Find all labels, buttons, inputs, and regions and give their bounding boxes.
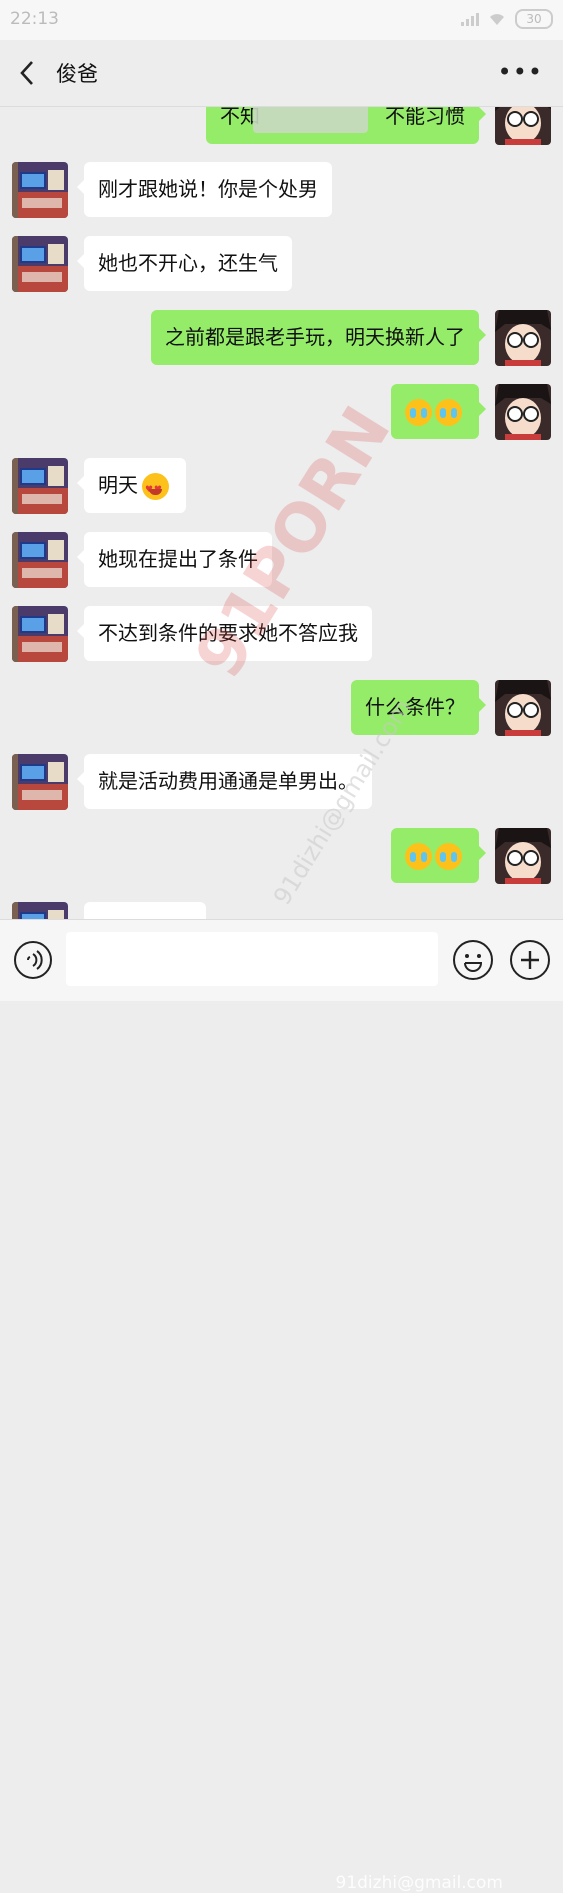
message-input[interactable] bbox=[66, 932, 438, 986]
message-row bbox=[0, 902, 563, 919]
chat-title: 俊爸 bbox=[56, 62, 98, 86]
message-row: 不知 不能习惯 bbox=[0, 107, 563, 145]
message-bubble[interactable]: 什么条件？ bbox=[351, 680, 486, 735]
message-bubble[interactable]: 她也不开心，还生气 bbox=[77, 236, 292, 291]
message-text: 她现在提出了条件 bbox=[98, 547, 258, 571]
contact-avatar[interactable] bbox=[12, 236, 68, 292]
message-text: 之前都是跟老手玩，明天换新人了 bbox=[165, 325, 465, 349]
censor-blur bbox=[253, 107, 368, 133]
cry-emoji-icon bbox=[405, 843, 432, 870]
voice-icon[interactable] bbox=[14, 941, 52, 979]
message-bubble[interactable]: 她现在提出了条件 bbox=[77, 532, 272, 587]
heart-eyes-emoji-icon bbox=[142, 473, 169, 505]
message-bubble[interactable] bbox=[391, 384, 486, 439]
message-row bbox=[0, 384, 563, 440]
message-bubble[interactable]: 明天 bbox=[77, 458, 186, 513]
message-row: 她现在提出了条件 bbox=[0, 532, 563, 588]
message-row: 什么条件？ bbox=[0, 680, 563, 736]
chevron-left-icon[interactable] bbox=[14, 56, 44, 90]
contact-avatar[interactable] bbox=[12, 162, 68, 218]
input-bar: 91dizhi@gmail.com bbox=[0, 919, 563, 1893]
contact-avatar[interactable] bbox=[12, 902, 68, 919]
signal-icon bbox=[461, 12, 479, 26]
cry-emoji-icon bbox=[435, 399, 462, 426]
watermark-footer: 91dizhi@gmail.com bbox=[335, 1873, 504, 1893]
message-text-end: 不能习惯 bbox=[385, 107, 465, 128]
battery-icon: 30 bbox=[515, 9, 553, 29]
contact-avatar[interactable] bbox=[12, 532, 68, 588]
message-bubble[interactable] bbox=[391, 828, 486, 883]
cry-emoji-icon bbox=[435, 843, 462, 870]
contact-avatar[interactable] bbox=[12, 606, 68, 662]
status-time: 22:13 bbox=[10, 9, 59, 29]
message-row: 刚才跟她说！你是个处男 bbox=[0, 162, 563, 218]
chat-header: 俊爸 ••• bbox=[0, 40, 563, 107]
message-text: 什么条件？ bbox=[365, 695, 465, 719]
message-row: 就是活动费用通通是单男出。 bbox=[0, 754, 563, 810]
message-row: 明天 bbox=[0, 458, 563, 514]
message-text: 就是活动费用通通是单男出。 bbox=[98, 769, 358, 793]
message-bubble[interactable]: 就是活动费用通通是单男出。 bbox=[77, 754, 372, 809]
message-row: 她也不开心，还生气 bbox=[0, 236, 563, 292]
contact-avatar[interactable] bbox=[12, 458, 68, 514]
my-avatar[interactable] bbox=[495, 107, 551, 145]
message-bubble[interactable]: 不达到条件的要求她不答应我 bbox=[77, 606, 372, 661]
my-avatar[interactable] bbox=[495, 680, 551, 736]
message-bubble[interactable] bbox=[84, 902, 206, 919]
message-text: 刚才跟她说！你是个处男 bbox=[98, 177, 318, 201]
status-icons: 30 bbox=[461, 9, 553, 29]
message-text: 明天 bbox=[98, 473, 138, 497]
cry-emoji-icon bbox=[405, 399, 432, 426]
message-text: 她也不开心，还生气 bbox=[98, 251, 278, 275]
message-row bbox=[0, 828, 563, 884]
more-icon[interactable]: ••• bbox=[498, 58, 543, 86]
contact-avatar[interactable] bbox=[12, 754, 68, 810]
my-avatar[interactable] bbox=[495, 828, 551, 884]
message-bubble[interactable]: 刚才跟她说！你是个处男 bbox=[77, 162, 332, 217]
my-avatar[interactable] bbox=[495, 384, 551, 440]
message-row: 之前都是跟老手玩，明天换新人了 bbox=[0, 310, 563, 366]
message-list[interactable]: 不知 不能习惯 刚才跟她说！你是个处男 她也不开心，还生气 之前都是跟老手玩，明天… bbox=[0, 107, 563, 919]
status-bar: 22:13 30 bbox=[0, 0, 563, 40]
wifi-icon bbox=[490, 14, 504, 25]
message-text: 不达到条件的要求她不答应我 bbox=[98, 621, 358, 645]
plus-icon[interactable] bbox=[510, 940, 550, 980]
message-row: 不达到条件的要求她不答应我 bbox=[0, 606, 563, 662]
my-avatar[interactable] bbox=[495, 310, 551, 366]
message-bubble[interactable]: 之前都是跟老手玩，明天换新人了 bbox=[151, 310, 486, 365]
emoji-icon[interactable] bbox=[453, 940, 493, 980]
